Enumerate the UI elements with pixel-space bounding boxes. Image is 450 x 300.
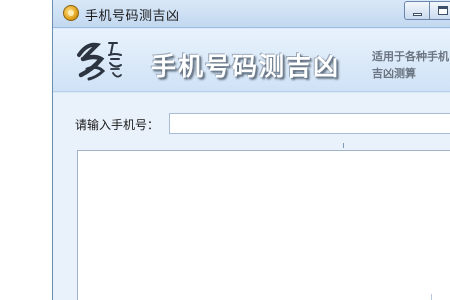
header-banner: 手机号码测吉凶 适用于各种手机 吉凶测算: [53, 29, 450, 92]
banner-description: 适用于各种手机 吉凶测算: [372, 48, 450, 82]
phone-number-input[interactable]: [169, 113, 450, 134]
banner-desc-line2: 吉凶测算: [372, 67, 416, 80]
app-window: 手机号码测吉凶 手机号码测吉凶 适用于各种手机 吉凶测算 请输入手机号：: [52, 0, 450, 300]
window-titlebar[interactable]: 手机号码测吉凶: [53, 0, 450, 28]
banner-title: 手机号码测吉凶: [151, 52, 341, 81]
window-title: 手机号码测吉凶: [85, 9, 180, 24]
app-coin-icon: [63, 5, 79, 21]
maximize-icon: [438, 6, 448, 15]
main-content: 请输入手机号：: [53, 93, 450, 300]
resize-grip-icon: [431, 294, 441, 300]
divider-tick: [343, 143, 344, 148]
banner-desc-line1: 适用于各种手机: [372, 50, 449, 63]
phone-number-label: 请输入手机号：: [75, 118, 160, 132]
maximize-button[interactable]: [429, 1, 450, 20]
result-output-area[interactable]: [77, 150, 450, 300]
minimize-button[interactable]: [404, 1, 430, 20]
minimize-icon: [413, 13, 422, 16]
calligraphy-logo-icon: [77, 42, 122, 81]
window-controls: [404, 1, 450, 21]
